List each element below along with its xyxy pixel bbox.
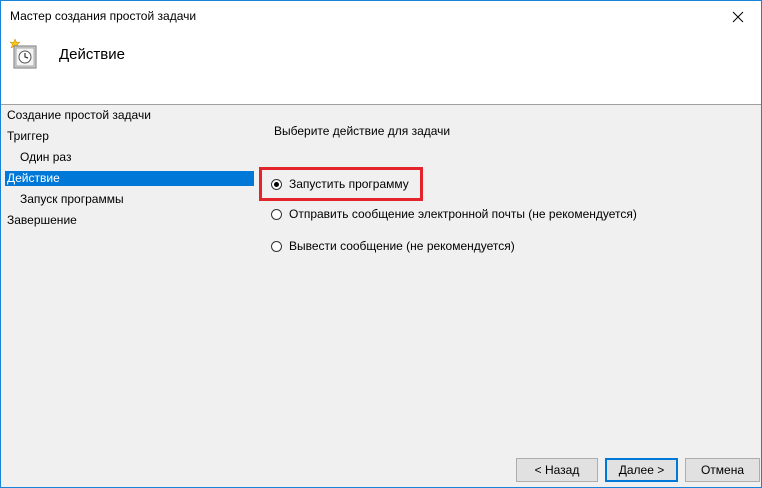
window-title: Мастер создания простой задачи bbox=[10, 9, 197, 23]
wizard-window: Мастер создания простой задачи Действие … bbox=[0, 0, 762, 488]
title-bar[interactable]: Мастер создания простой задачи bbox=[1, 1, 761, 32]
wizard-content: Создание простой задачи Триггер Один раз… bbox=[1, 105, 761, 487]
close-icon bbox=[732, 11, 744, 22]
wizard-header: Действие bbox=[1, 32, 761, 104]
radio-start-program[interactable] bbox=[271, 178, 282, 190]
nav-step-one-time: Один раз bbox=[20, 150, 72, 164]
action-prompt: Выберите действие для задачи bbox=[274, 124, 451, 138]
option-start-program[interactable]: Запустить программу bbox=[271, 176, 409, 192]
task-scheduler-icon bbox=[9, 38, 37, 69]
nav-step-start-program: Запуск программы bbox=[20, 192, 124, 206]
option-label: Вывести сообщение (не рекомендуется) bbox=[289, 239, 515, 253]
radio-send-email[interactable] bbox=[271, 208, 282, 220]
radio-show-message[interactable] bbox=[271, 240, 282, 252]
close-button[interactable] bbox=[715, 1, 761, 32]
back-button[interactable]: < Назад bbox=[516, 458, 598, 482]
cancel-button[interactable]: Отмена bbox=[685, 458, 760, 482]
nav-step-create-task: Создание простой задачи bbox=[7, 108, 151, 122]
option-send-email[interactable]: Отправить сообщение электронной почты (н… bbox=[271, 206, 637, 222]
nav-step-finish: Завершение bbox=[7, 213, 77, 227]
nav-step-trigger: Триггер bbox=[7, 129, 49, 143]
option-label: Запустить программу bbox=[289, 177, 409, 191]
next-button[interactable]: Далее > bbox=[605, 458, 678, 482]
page-title: Действие bbox=[59, 46, 125, 63]
option-show-message[interactable]: Вывести сообщение (не рекомендуется) bbox=[271, 238, 515, 254]
nav-step-action: Действие bbox=[5, 171, 254, 186]
option-label: Отправить сообщение электронной почты (н… bbox=[289, 207, 637, 221]
